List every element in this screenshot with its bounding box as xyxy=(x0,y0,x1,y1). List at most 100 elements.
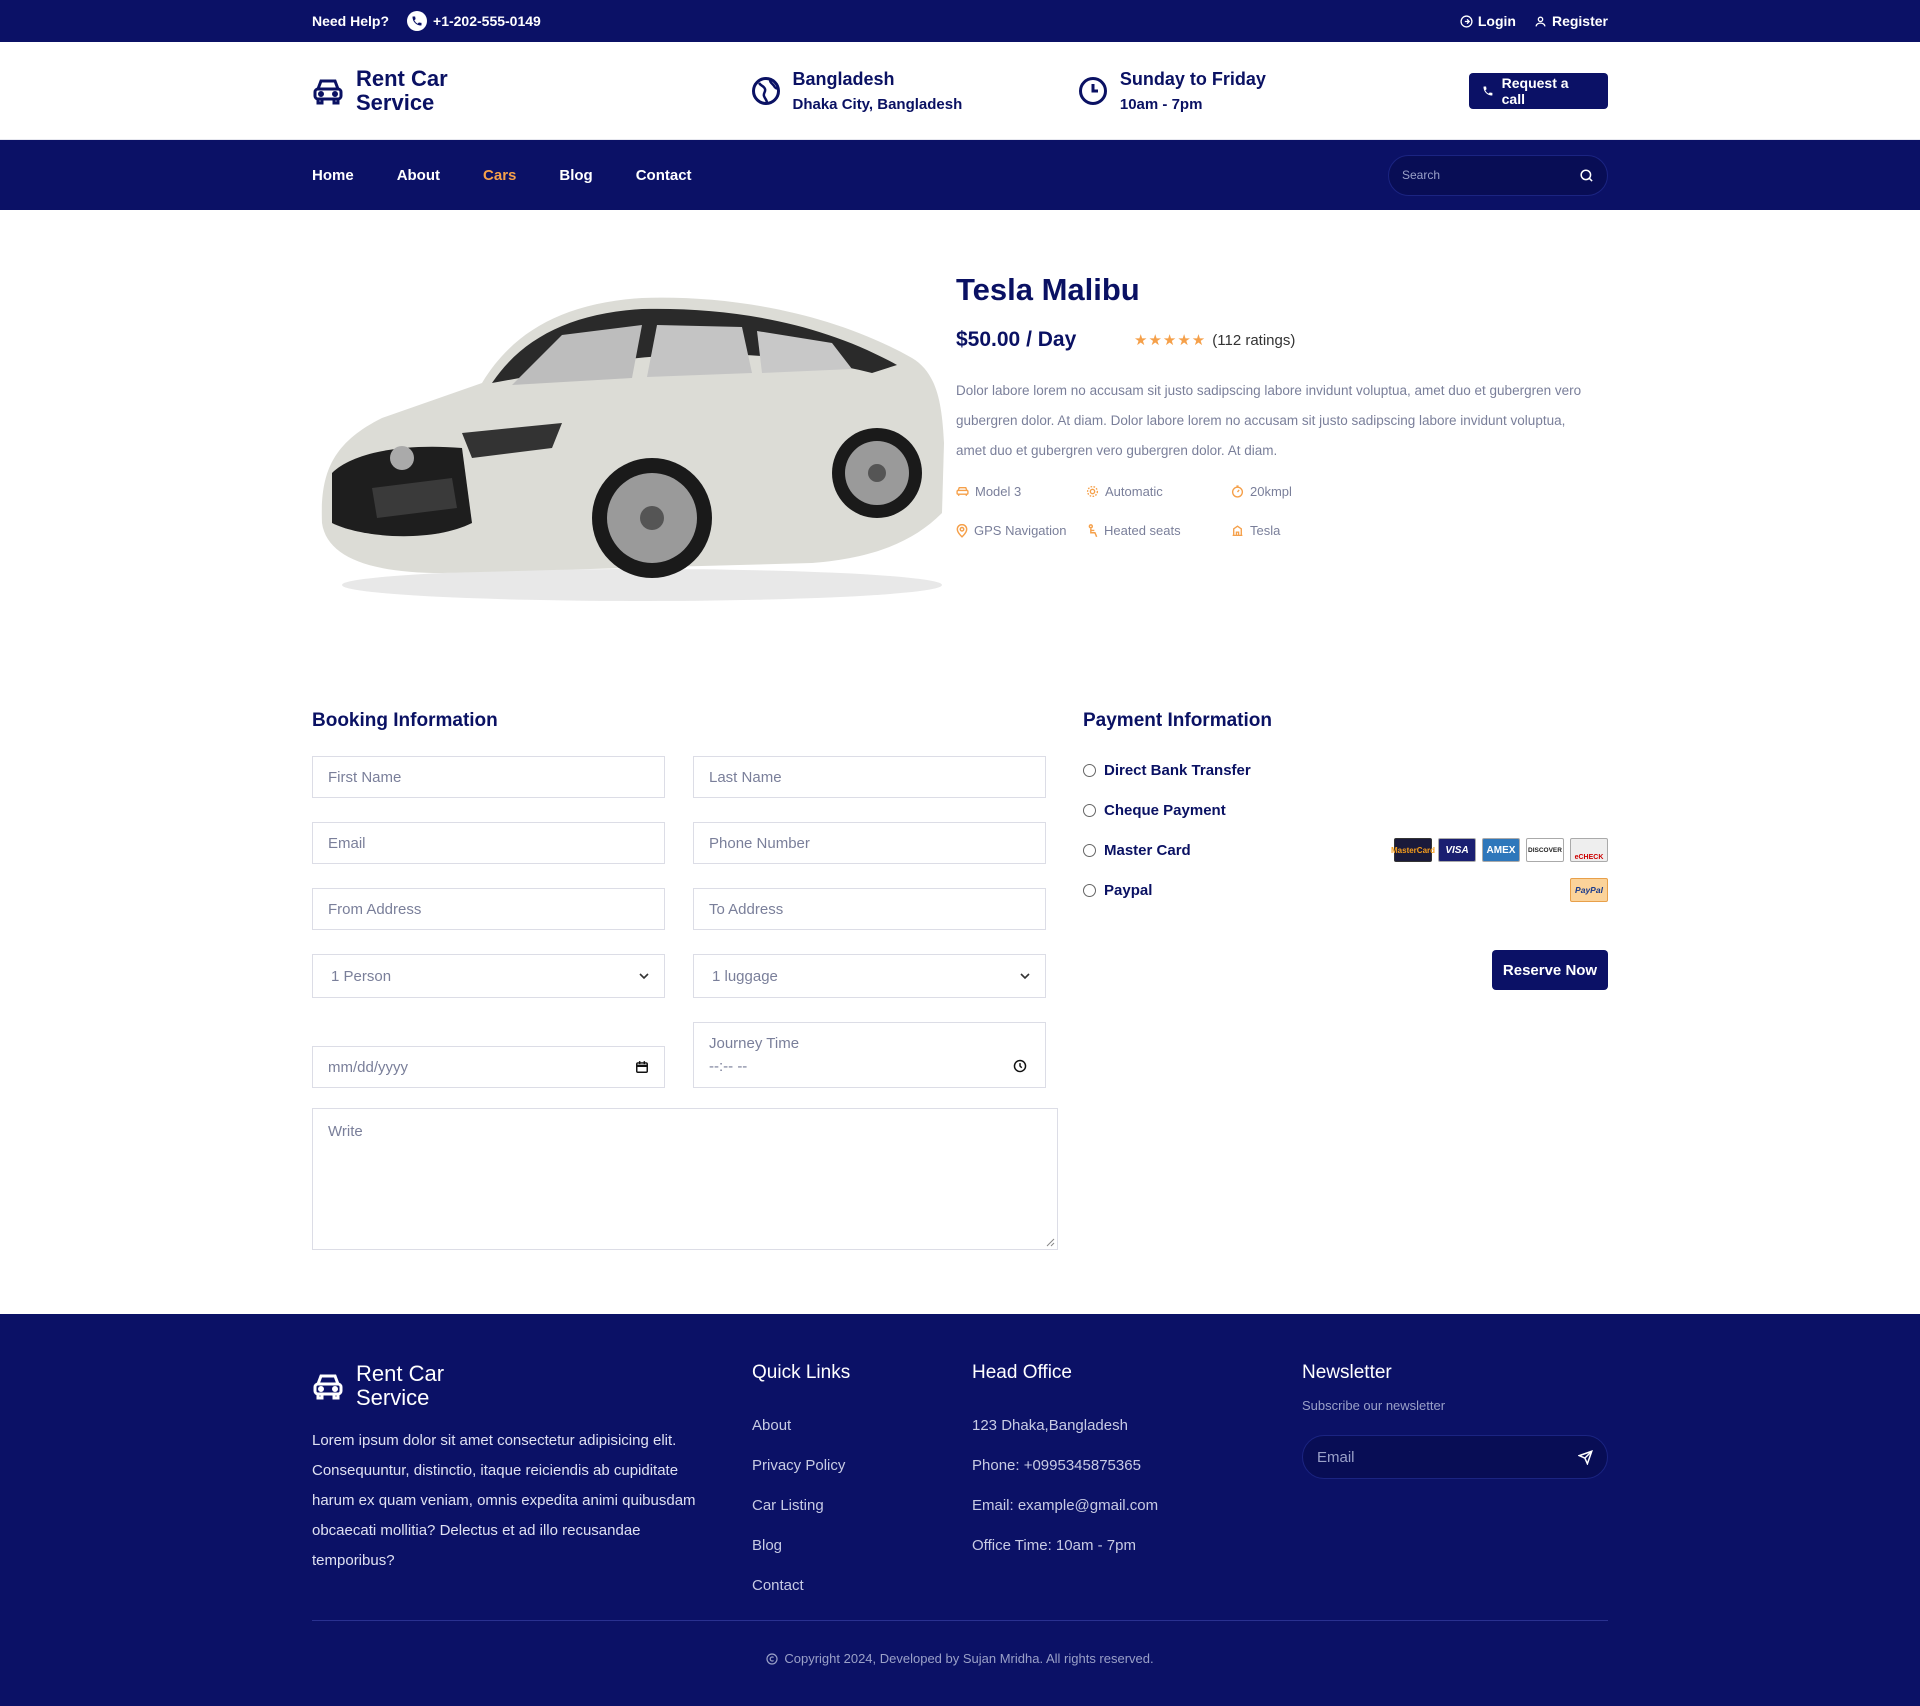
nav-item-home[interactable]: Home xyxy=(312,167,354,184)
car-title: Tesla Malibu xyxy=(956,272,1140,307)
footer-logo-line-1: Rent Car xyxy=(356,1361,445,1386)
persons-select[interactable]: 1 Person xyxy=(312,954,665,998)
payment-option-paypal[interactable]: Paypal PayPal xyxy=(1083,870,1608,910)
product-section: Tesla Malibu $50.00 / Day ★★★★★ (112 rat… xyxy=(0,210,1920,710)
rating-stars: ★★★★★ xyxy=(1134,332,1207,349)
feature-transmission: Automatic xyxy=(1086,484,1231,499)
footer-about-text: Lorem ipsum dolor sit amet consectetur a… xyxy=(312,1432,696,1569)
payment-option-mastercard[interactable]: Master Card MasterCard VISA AMEX DISCOVE… xyxy=(1083,830,1608,870)
footer-link-privacy[interactable]: Privacy Policy xyxy=(752,1446,972,1486)
location-info: Bangladesh Dhaka City, Bangladesh xyxy=(751,69,1078,113)
nav-item-about[interactable]: About xyxy=(397,167,440,184)
chevron-down-icon xyxy=(1020,972,1030,979)
search-box xyxy=(1388,154,1608,196)
booking-form: Booking Information First Name Last Name… xyxy=(312,710,1058,1250)
phone-icon xyxy=(1483,86,1493,96)
radio-button[interactable] xyxy=(1083,763,1096,777)
paypal-logo: PayPal xyxy=(1570,878,1608,902)
car-icon xyxy=(313,79,343,105)
last-name-field[interactable]: Last Name xyxy=(693,756,1046,798)
feature-gps: GPS Navigation xyxy=(956,523,1086,538)
copyright-text: Copyright 2024, Developed by Sujan Mridh… xyxy=(784,1651,1154,1666)
location-pin-icon xyxy=(956,523,968,538)
user-icon xyxy=(1535,16,1546,26)
register-label: Register xyxy=(1551,13,1608,29)
copyright-icon xyxy=(766,1652,778,1665)
top-bar: Need Help? +1-202-555-0149 Login Registe… xyxy=(0,0,1920,42)
first-name-field[interactable]: First Name xyxy=(312,756,665,798)
login-icon xyxy=(1460,14,1473,28)
request-call-button[interactable]: Request a call xyxy=(1468,73,1608,109)
register-link[interactable]: Register xyxy=(1534,13,1608,29)
topbar-phone[interactable]: +1-202-555-0149 xyxy=(407,11,541,31)
office-address: 123 Dhaka,Bangladesh xyxy=(972,1417,1128,1434)
echeck-logo: eCHECK xyxy=(1570,838,1608,862)
payment-option-bank[interactable]: Direct Bank Transfer xyxy=(1083,750,1608,790)
car-image xyxy=(321,297,945,601)
newsletter-email-input[interactable] xyxy=(1317,1448,1547,1466)
radio-button[interactable] xyxy=(1083,803,1096,817)
reserve-now-button[interactable]: Reserve Now xyxy=(1492,950,1608,990)
logo-line-2: Service xyxy=(356,90,435,115)
quick-links-title: Quick Links xyxy=(752,1362,851,1383)
ratings-count: (112 ratings) xyxy=(1212,331,1296,349)
clock-icon xyxy=(1078,77,1107,105)
send-icon[interactable] xyxy=(1578,1449,1593,1465)
nav-item-blog[interactable]: Blog xyxy=(559,167,592,184)
nav-item-cars[interactable]: Cars xyxy=(483,167,516,184)
payment-section: Payment Information Direct Bank Transfer… xyxy=(1083,710,1608,1250)
car-icon xyxy=(313,1374,343,1400)
email-field[interactable]: Email xyxy=(312,822,665,864)
hours-title: Sunday to Friday xyxy=(1119,69,1266,89)
hours-sub: 10am - 7pm xyxy=(1119,96,1203,113)
radio-button[interactable] xyxy=(1083,883,1096,897)
journey-time-label: Journey Time xyxy=(709,1035,800,1052)
location-sub: Dhaka City, Bangladesh xyxy=(792,96,963,113)
need-help-text: Need Help? xyxy=(312,13,390,29)
login-label: Login xyxy=(1477,13,1516,29)
amex-logo: AMEX xyxy=(1482,838,1520,862)
footer-link-contact[interactable]: Contact xyxy=(752,1566,972,1606)
clock-icon[interactable] xyxy=(1013,1059,1027,1073)
resize-handle-icon[interactable] xyxy=(1046,1238,1055,1247)
to-address-field[interactable]: To Address xyxy=(693,888,1046,930)
car-price: $50.00 / Day xyxy=(956,328,1077,351)
seat-icon xyxy=(1088,523,1098,537)
site-header: Rent Car Service Bangladesh Dhaka City, … xyxy=(0,42,1920,140)
main-nav: Home About Cars Blog Contact xyxy=(0,140,1920,210)
office-email: Email: example@gmail.com xyxy=(972,1497,1159,1514)
site-logo[interactable]: Rent Car Service xyxy=(312,67,751,115)
message-textarea[interactable]: Write xyxy=(312,1108,1058,1250)
nav-item-contact[interactable]: Contact xyxy=(636,167,692,184)
luggage-select[interactable]: 1 luggage xyxy=(693,954,1046,998)
footer-link-about[interactable]: About xyxy=(752,1406,972,1446)
search-icon[interactable] xyxy=(1579,168,1594,183)
payment-title: Payment Information xyxy=(1083,710,1272,731)
login-link[interactable]: Login xyxy=(1460,13,1516,29)
gear-icon xyxy=(1086,485,1099,498)
from-address-field[interactable]: From Address xyxy=(312,888,665,930)
payment-option-cheque[interactable]: Cheque Payment xyxy=(1083,790,1608,830)
search-input[interactable] xyxy=(1402,168,1562,182)
journey-time-field[interactable]: Journey Time --:-- -- xyxy=(693,1022,1046,1088)
office-phone: Phone: +0995345875365 xyxy=(972,1457,1141,1474)
phone-field[interactable]: Phone Number xyxy=(693,822,1046,864)
footer-divider xyxy=(312,1620,1608,1621)
message-placeholder: Write xyxy=(328,1123,363,1140)
footer-logo[interactable]: Rent Car Service xyxy=(312,1362,752,1410)
card-logos: MasterCard VISA AMEX DISCOVER eCHECK xyxy=(1391,838,1608,862)
newsletter-subtitle: Subscribe our newsletter xyxy=(1302,1398,1446,1413)
date-field[interactable]: mm/dd/yyyy xyxy=(312,1046,665,1088)
feature-list: Model 3 Automatic 20kmpl GPS Navigation … xyxy=(956,484,1586,538)
chevron-down-icon xyxy=(639,972,649,979)
feature-seats: Heated seats xyxy=(1086,523,1231,538)
hours-info: Sunday to Friday 10am - 7pm xyxy=(1078,69,1469,113)
site-footer: Rent Car Service Lorem ipsum dolor sit a… xyxy=(0,1314,1920,1706)
footer-link-car-listing[interactable]: Car Listing xyxy=(752,1486,972,1526)
calendar-icon[interactable] xyxy=(635,1060,649,1074)
footer-link-blog[interactable]: Blog xyxy=(752,1526,972,1566)
journey-time-value: --:-- -- xyxy=(709,1058,748,1075)
booking-section: Booking Information First Name Last Name… xyxy=(0,710,1920,1296)
radio-button[interactable] xyxy=(1083,843,1096,857)
copyright: Copyright 2024, Developed by Sujan Mridh… xyxy=(0,1651,1920,1666)
